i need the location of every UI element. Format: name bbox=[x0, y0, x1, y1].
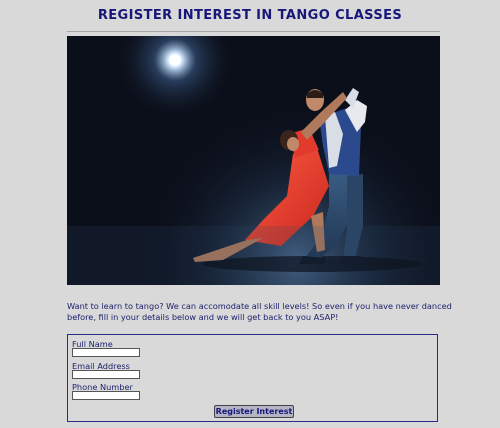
full-name-input[interactable] bbox=[72, 348, 140, 357]
page-title: REGISTER INTEREST IN TANGO CLASSES bbox=[97, 8, 403, 23]
tango-dancers-photo bbox=[67, 36, 440, 285]
register-form: Full Name Email Address Phone Number Reg… bbox=[67, 334, 438, 422]
title-divider bbox=[67, 31, 440, 32]
email-input[interactable] bbox=[72, 370, 140, 379]
phone-input[interactable] bbox=[72, 391, 140, 400]
register-interest-button[interactable]: Register Interest bbox=[214, 405, 294, 418]
intro-text: Want to learn to tango? We can accomodat… bbox=[67, 301, 452, 322]
hero-image bbox=[67, 36, 440, 285]
